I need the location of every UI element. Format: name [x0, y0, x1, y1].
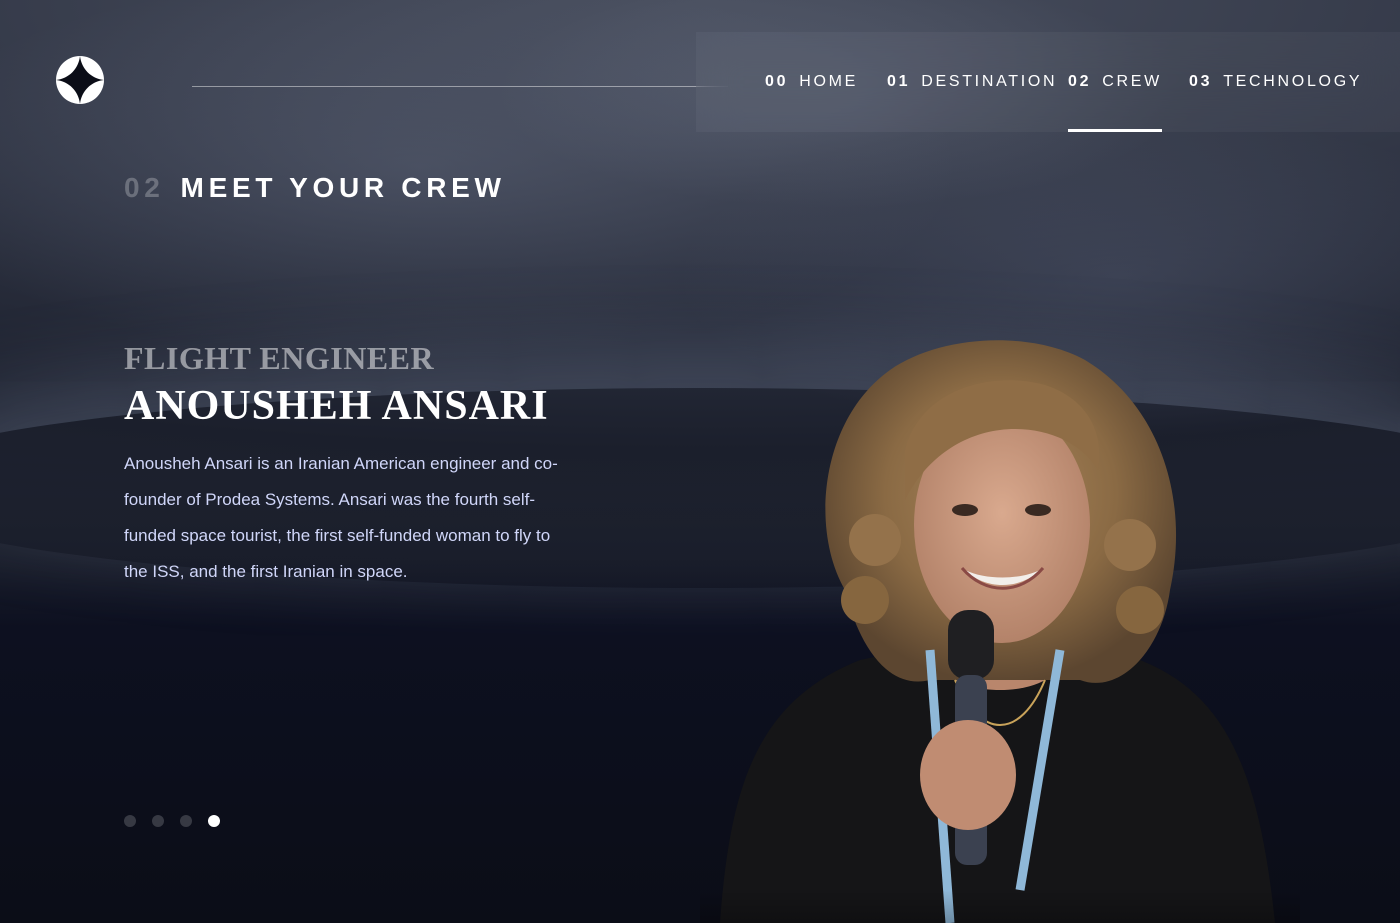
crew-name: ANOUSHEH ANSARI [124, 383, 549, 429]
nav-item-technology[interactable]: 03 TECHNOLOGY [1189, 32, 1362, 132]
nav-item-destination[interactable]: 01 DESTINATION [887, 32, 1057, 132]
star-icon [56, 56, 104, 104]
crew-bio: Anousheh Ansari is an Iranian American e… [124, 454, 558, 581]
slider-dot-3[interactable] [180, 815, 192, 827]
page-title: 02 MEET YOUR CREW [124, 172, 506, 204]
page-title-number: 02 [124, 172, 165, 203]
nav-item-number: 03 [1189, 73, 1213, 90]
main-nav: 00 HOME 01 DESTINATION 02 CREW 03 TECHNO… [696, 32, 1400, 132]
nav-item-home[interactable]: 00 HOME [765, 32, 858, 132]
nav-item-label: DESTINATION [921, 73, 1058, 90]
page-title-text: MEET YOUR CREW [180, 172, 506, 203]
nav-item-number: 00 [765, 73, 789, 90]
slider-dot-1[interactable] [124, 815, 136, 827]
nav-item-number: 02 [1068, 73, 1092, 90]
nav-item-label: CREW [1102, 73, 1162, 90]
crew-slider-dots [124, 815, 220, 827]
logo-icon[interactable] [56, 56, 104, 104]
slider-dot-4[interactable] [208, 815, 220, 827]
nav-item-number: 01 [887, 73, 911, 90]
nav-item-crew[interactable]: 02 CREW [1068, 32, 1162, 132]
crew-portrait-image [700, 340, 1300, 923]
header-divider-line [192, 86, 728, 87]
nav-item-label: HOME [799, 73, 859, 90]
slider-dot-2[interactable] [152, 815, 164, 827]
nav-item-label: TECHNOLOGY [1223, 73, 1363, 90]
crew-role: FLIGHT ENGINEER [124, 340, 435, 376]
